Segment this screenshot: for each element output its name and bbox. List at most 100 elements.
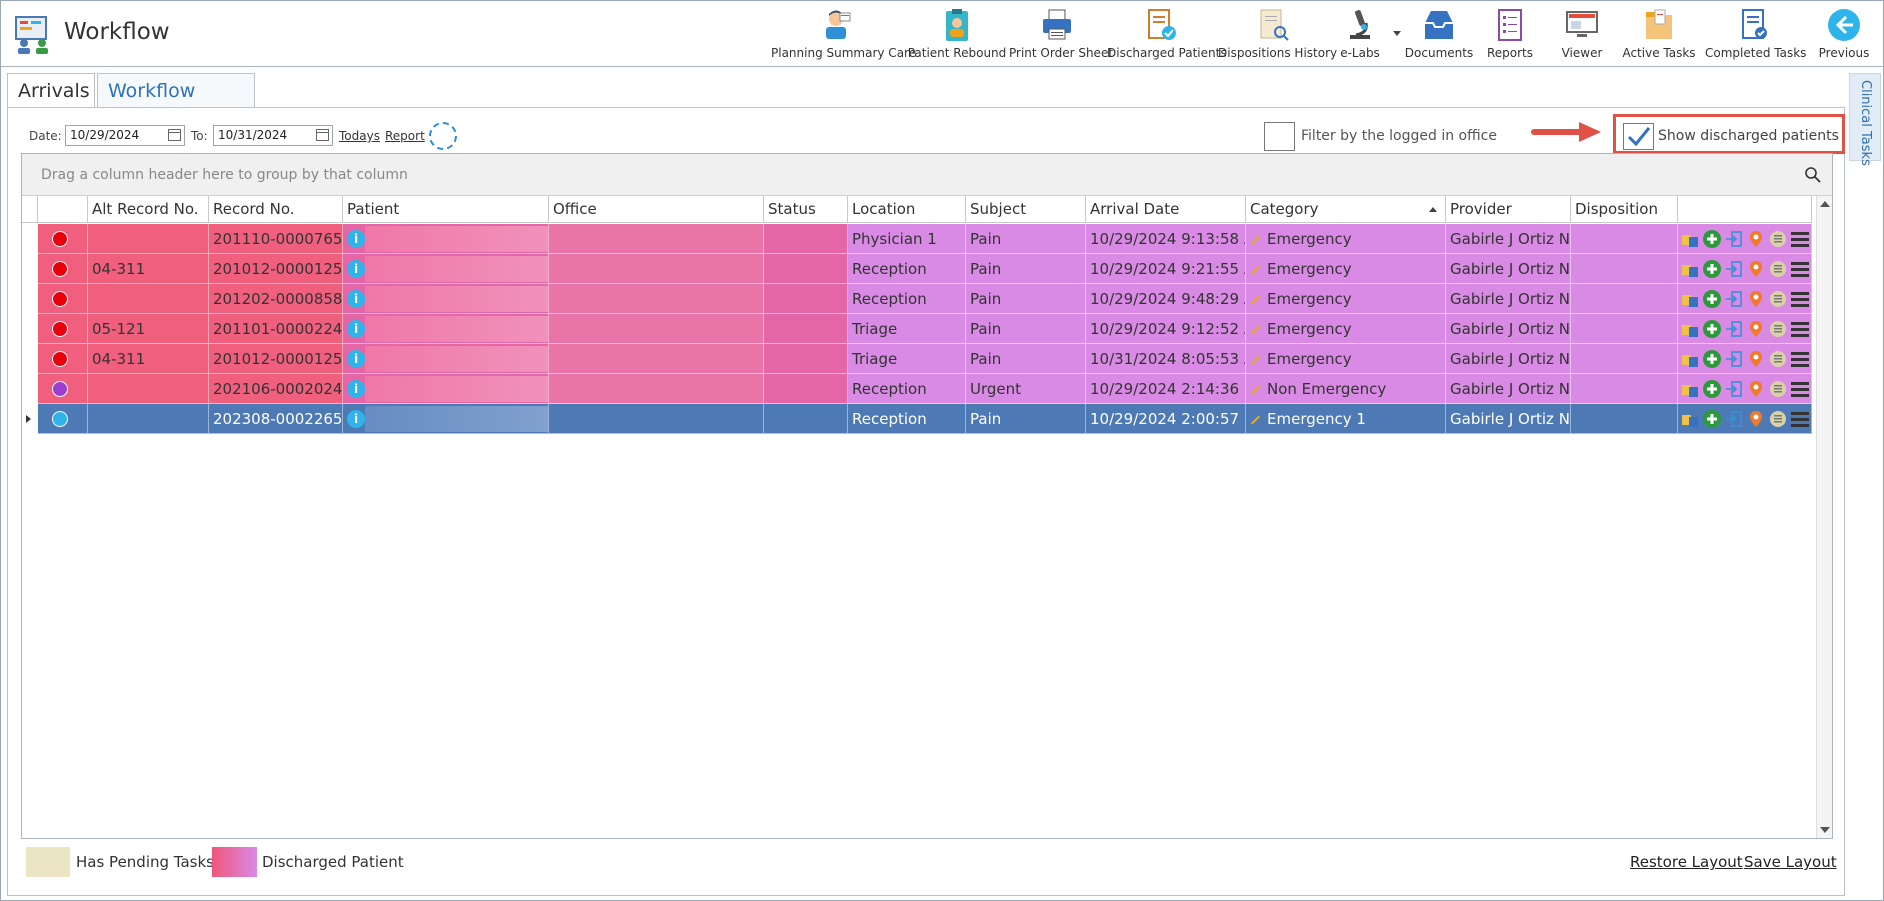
sign-in-icon[interactable]: [1724, 259, 1744, 279]
group-by-bar[interactable]: Drag a column header here to group by th…: [22, 154, 1832, 196]
location-pin-icon[interactable]: [1746, 229, 1766, 249]
location-pin-icon[interactable]: [1746, 259, 1766, 279]
toolbar-button-viewer[interactable]: Viewer: [1552, 5, 1612, 63]
notes-icon[interactable]: [1768, 379, 1788, 399]
add-icon[interactable]: [1702, 379, 1722, 399]
sign-in-icon[interactable]: [1724, 349, 1744, 369]
notes-icon[interactable]: [1768, 319, 1788, 339]
filter-office-checkbox[interactable]: [1264, 122, 1295, 151]
notes-icon[interactable]: [1768, 259, 1788, 279]
toolbar-button-documents[interactable]: Documents: [1403, 5, 1475, 63]
tab-workflow-items[interactable]: Workflow Items: [97, 73, 255, 136]
location-pin-icon[interactable]: [1746, 409, 1766, 429]
menu-icon[interactable]: [1790, 229, 1810, 249]
column-header-subject[interactable]: Subject: [966, 196, 1086, 223]
transfer-icon[interactable]: [1680, 349, 1700, 369]
clinical-tasks-side-tab[interactable]: Clinical Tasks: [1849, 73, 1881, 166]
info-icon[interactable]: i: [347, 380, 365, 398]
vertical-scrollbar[interactable]: [1816, 196, 1832, 838]
toolbar-button-dispositions-history[interactable]: Dispositions History: [1218, 5, 1337, 63]
date-from-input[interactable]: 10/29/2024: [65, 125, 185, 146]
notes-icon[interactable]: [1768, 409, 1788, 429]
location-pin-icon[interactable]: [1746, 289, 1766, 309]
info-icon[interactable]: i: [347, 320, 365, 338]
notes-icon[interactable]: [1768, 349, 1788, 369]
transfer-icon[interactable]: [1680, 319, 1700, 339]
table-row[interactable]: 201202-0000858 i Reception Pain 10/29/2024 9…: [22, 284, 1812, 314]
notes-icon[interactable]: [1768, 289, 1788, 309]
column-header-record[interactable]: Record No.: [209, 196, 343, 223]
calendar-icon[interactable]: [168, 129, 181, 141]
add-icon[interactable]: [1702, 289, 1722, 309]
column-header-patient[interactable]: Patient: [343, 196, 549, 223]
sign-in-icon[interactable]: [1724, 319, 1744, 339]
calendar-icon[interactable]: [316, 129, 329, 141]
column-header-office[interactable]: Office: [549, 196, 764, 223]
info-icon[interactable]: i: [347, 260, 365, 278]
toolbar-button-elabs[interactable]: e-Labs: [1335, 5, 1385, 63]
column-header-arrival-date[interactable]: Arrival Date: [1086, 196, 1246, 223]
todays-link[interactable]: Todays: [339, 129, 380, 143]
transfer-icon[interactable]: [1680, 409, 1700, 429]
add-icon[interactable]: [1702, 409, 1722, 429]
location-pin-icon[interactable]: [1746, 349, 1766, 369]
location-pin-icon[interactable]: [1746, 319, 1766, 339]
save-layout-link[interactable]: Save Layout: [1744, 853, 1837, 871]
toolbar-button-active-tasks[interactable]: Active Tasks: [1619, 5, 1699, 63]
sign-in-icon[interactable]: [1724, 229, 1744, 249]
show-discharged-checkbox[interactable]: [1623, 123, 1654, 150]
menu-icon[interactable]: [1790, 379, 1810, 399]
toolbar-button-discharged-patients[interactable]: Discharged Patients: [1107, 5, 1227, 63]
add-icon[interactable]: [1702, 319, 1722, 339]
scroll-down-icon[interactable]: [1820, 827, 1830, 833]
column-header-category[interactable]: Category: [1246, 196, 1446, 223]
table-row[interactable]: 201110-0000765 i Physician 1 Pain 10/29/2024…: [22, 224, 1812, 254]
sign-in-icon[interactable]: [1724, 409, 1744, 429]
column-header-status[interactable]: Status: [764, 196, 848, 223]
table-row[interactable]: 202106-0002024 i Reception Urgent 10/29/2024…: [22, 374, 1812, 404]
sign-in-icon[interactable]: [1724, 379, 1744, 399]
sign-in-icon[interactable]: [1724, 289, 1744, 309]
info-icon[interactable]: i: [347, 230, 365, 248]
menu-icon[interactable]: [1790, 409, 1810, 429]
column-header-disposition[interactable]: Disposition: [1571, 196, 1678, 223]
notes-icon[interactable]: [1768, 229, 1788, 249]
search-icon[interactable]: [1804, 166, 1822, 184]
refresh-icon[interactable]: [429, 122, 457, 150]
info-icon[interactable]: i: [347, 410, 365, 428]
toolbar-button-patient-rebound[interactable]: Patient Rebound: [907, 5, 1007, 63]
column-header-alt-record[interactable]: Alt Record No.: [88, 196, 209, 223]
restore-layout-link[interactable]: Restore Layout: [1630, 853, 1743, 871]
elabs-dropdown-arrow-icon[interactable]: [1393, 31, 1401, 36]
toolbar-button-planning-summary-care[interactable]: Planning Summary Care: [771, 5, 916, 63]
info-icon[interactable]: i: [347, 290, 365, 308]
report-link[interactable]: Report: [385, 129, 425, 143]
scroll-up-icon[interactable]: [1820, 201, 1830, 207]
add-icon[interactable]: [1702, 349, 1722, 369]
location-pin-icon[interactable]: [1746, 379, 1766, 399]
date-to-input[interactable]: 10/31/2024: [213, 125, 333, 146]
toolbar-button-completed-tasks[interactable]: Completed Tasks: [1705, 5, 1806, 63]
table-row[interactable]: 04-311 201012-0000125 i Reception Pain 10/29/…: [22, 254, 1812, 284]
menu-icon[interactable]: [1790, 259, 1810, 279]
column-header-provider[interactable]: Provider: [1446, 196, 1571, 223]
column-header-location[interactable]: Location: [848, 196, 966, 223]
transfer-icon[interactable]: [1680, 379, 1700, 399]
menu-icon[interactable]: [1790, 289, 1810, 309]
add-icon[interactable]: [1702, 229, 1722, 249]
add-icon[interactable]: [1702, 259, 1722, 279]
tab-arrivals[interactable]: Arrivals: [7, 73, 95, 108]
transfer-icon[interactable]: [1680, 289, 1700, 309]
toolbar-button-previous[interactable]: Previous: [1813, 5, 1875, 63]
info-icon[interactable]: i: [347, 350, 365, 368]
toolbar-button-print-order-sheet[interactable]: Print Order Sheet: [1009, 5, 1113, 63]
menu-icon[interactable]: [1790, 319, 1810, 339]
menu-icon[interactable]: [1790, 349, 1810, 369]
toolbar-button-reports[interactable]: Reports: [1479, 5, 1541, 63]
transfer-icon[interactable]: [1680, 229, 1700, 249]
column-header-status-dot[interactable]: [38, 196, 88, 223]
table-row[interactable]: 05-121 201101-0000224 i Triage Pain 10/29/202…: [22, 314, 1812, 344]
table-row[interactable]: 04-311 201012-0000125 i Triage Pain 10/31/202…: [22, 344, 1812, 374]
transfer-icon[interactable]: [1680, 259, 1700, 279]
table-row[interactable]: 202308-0002265 i Reception Pain 10/29/2024 2…: [22, 404, 1812, 434]
